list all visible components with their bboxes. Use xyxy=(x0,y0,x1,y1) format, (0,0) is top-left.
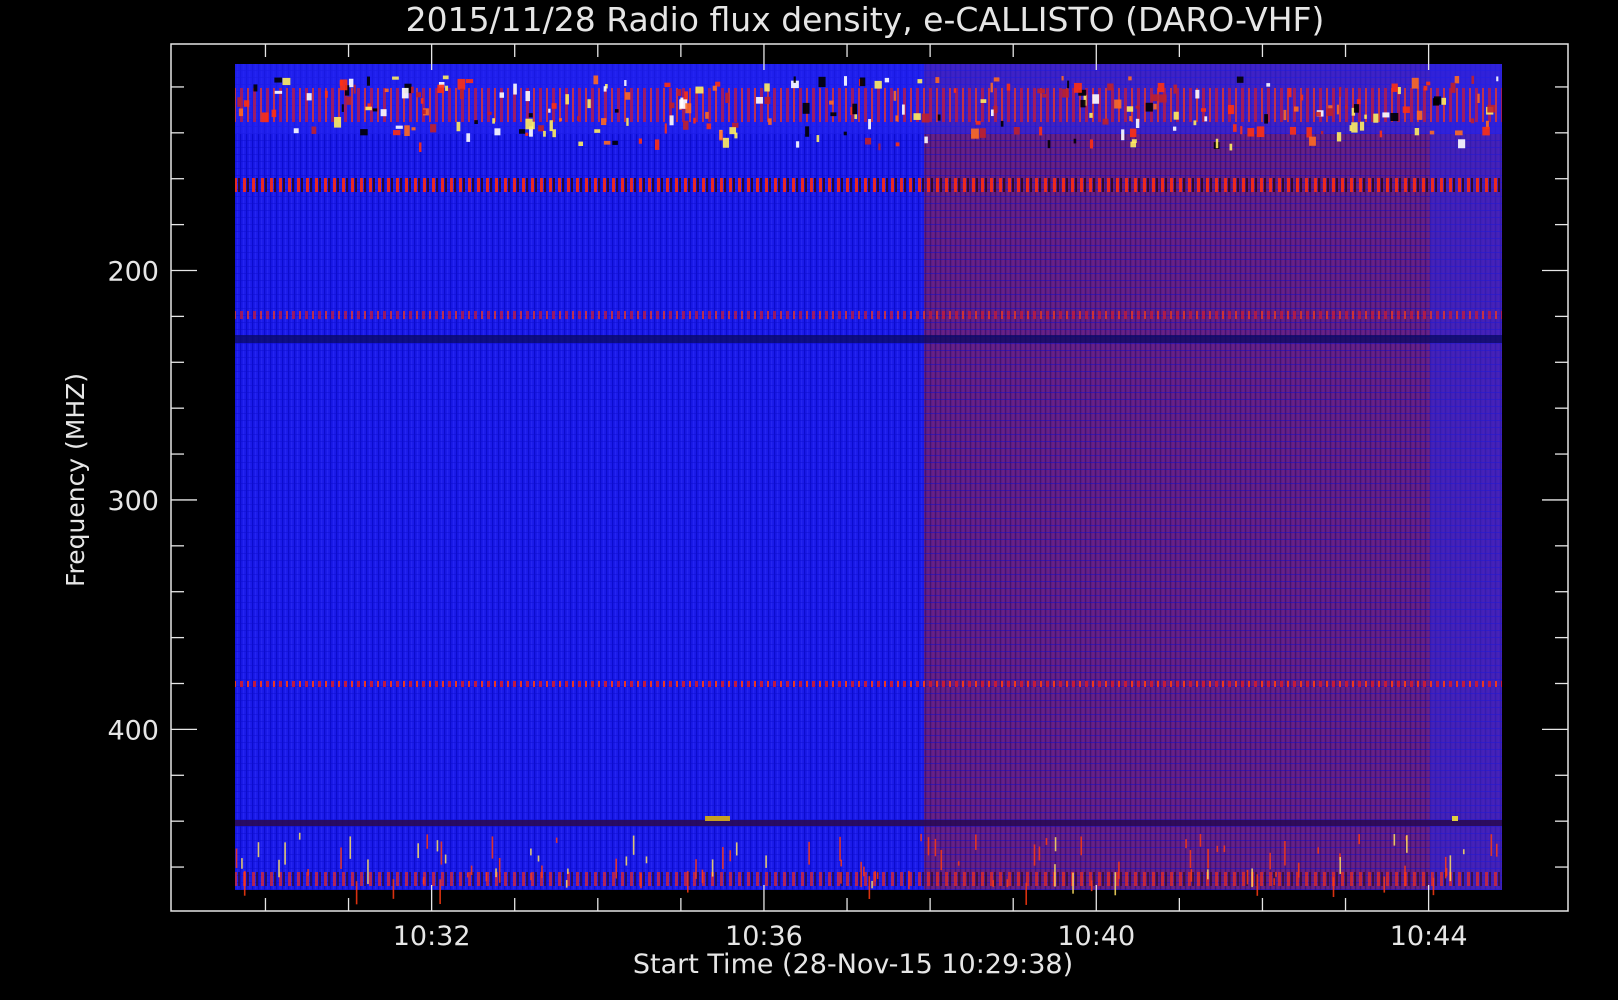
chart-title: 2015/11/28 Radio flux density, e-CALLIST… xyxy=(406,0,1325,39)
interference-band-441mhz xyxy=(235,820,1502,826)
y-tick-label: 200 xyxy=(107,257,159,288)
x-axis-tick-labels: 10:32 10:36 10:40 10:44 xyxy=(393,921,1468,952)
x-axis-label: Start Time (28-Nov-15 10:29:38) xyxy=(633,949,1073,980)
y-tick-label: 300 xyxy=(107,486,159,517)
interference-band-162mhz xyxy=(235,178,1502,192)
spectrogram-image xyxy=(235,64,1502,905)
y-axis-label: Frequency (MHZ) xyxy=(61,373,90,587)
interference-band-465mhz xyxy=(235,872,1502,886)
x-tick-label: 10:32 xyxy=(393,921,471,952)
y-tick-label: 400 xyxy=(107,715,159,746)
interference-band-219mhz xyxy=(235,311,1502,319)
interference-band-230mhz xyxy=(235,335,1502,343)
spectrogram-figure: 2015/11/28 Radio flux density, e-CALLIST… xyxy=(61,0,1569,980)
interference-band-380mhz xyxy=(235,681,1502,687)
y-axis-tick-labels: 200 300 400 xyxy=(107,257,159,747)
x-tick-label: 10:40 xyxy=(1057,921,1135,952)
x-tick-label: 10:36 xyxy=(725,921,803,952)
x-tick-label: 10:44 xyxy=(1390,921,1468,952)
